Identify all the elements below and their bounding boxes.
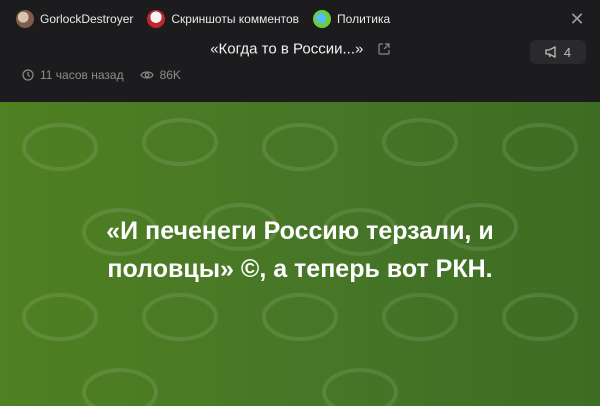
post-time: 11 часов назад (22, 68, 124, 82)
post-image-banner[interactable]: «И печенеги Россию терзали, и половцы» ©… (0, 102, 600, 406)
clock-icon (22, 69, 34, 81)
breadcrumb-author[interactable]: GorlockDestroyer (16, 10, 133, 28)
community-avatar-icon (147, 10, 166, 28)
breadcrumb-community[interactable]: Скриншоты комментов (147, 10, 299, 28)
external-link-icon[interactable] (378, 43, 390, 55)
time-text: 11 часов назад (40, 68, 124, 82)
post-title-row: «Когда то в России...» (0, 40, 600, 64)
repost-count-button[interactable]: 4 (530, 40, 586, 64)
post-title[interactable]: «Когда то в России...» (210, 40, 363, 57)
category-name: Политика (337, 12, 391, 26)
post-stats: 11 часов назад 86K (22, 68, 197, 82)
community-name: Скриншоты комментов (171, 12, 300, 26)
repost-count: 4 (563, 44, 572, 60)
megaphone-icon (545, 46, 556, 58)
close-icon: ✕ (569, 9, 585, 29)
politics-avatar-icon (313, 10, 332, 28)
post-views: 86K (139, 68, 181, 82)
post-header: GorlockDestroyer Скриншоты комментов Пол… (0, 0, 600, 102)
breadcrumb-category[interactable]: Политика (313, 10, 390, 28)
user-avatar-icon (16, 10, 34, 28)
author-name: GorlockDestroyer (40, 12, 134, 26)
eye-icon (139, 71, 154, 79)
views-text: 86K (159, 68, 181, 82)
breadcrumb: GorlockDestroyer Скриншоты комментов Пол… (16, 9, 404, 29)
banner-quote: «И печенеги Россию терзали, и половцы» ©… (106, 217, 494, 283)
close-button[interactable]: ✕ (568, 10, 586, 28)
